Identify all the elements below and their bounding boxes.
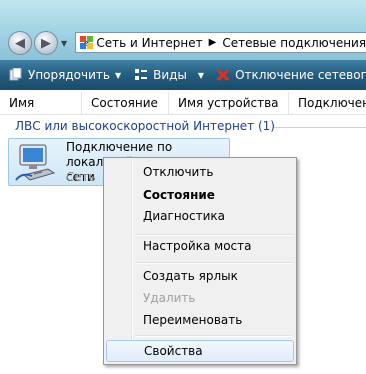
- menu-item-diagnostics[interactable]: Диагностика: [106, 205, 294, 227]
- address-bar-area: ◀ ▶ ▼ « Сеть и Интернет ▶ Сетевые подклю…: [0, 0, 366, 60]
- forward-button[interactable]: ▶: [34, 31, 58, 55]
- disconnect-button[interactable]: Отключение сетевого: [216, 68, 366, 82]
- chevron-down-icon: ▼: [197, 70, 205, 80]
- column-status[interactable]: Состояние: [82, 92, 169, 114]
- breadcrumb-network-internet[interactable]: Сеть и Интернет: [96, 36, 202, 50]
- menu-item-create-shortcut[interactable]: Создать ярлык: [106, 265, 294, 287]
- column-connection[interactable]: Подключение: [289, 92, 366, 114]
- menu-separator: [135, 335, 292, 337]
- organize-button[interactable]: Упорядочить ▼: [9, 68, 121, 82]
- disconnect-label: Отключение сетевого: [235, 68, 366, 82]
- menu-item-properties[interactable]: Свойства: [106, 340, 294, 362]
- back-arrow-icon: ◀: [15, 35, 25, 51]
- column-name[interactable]: Имя: [0, 92, 82, 114]
- connection-status: Сеть: [66, 170, 96, 184]
- menu-separator: [135, 262, 292, 264]
- back-button[interactable]: ◀: [8, 31, 32, 55]
- menu-item-rename[interactable]: Переименовать: [106, 309, 294, 331]
- red-x-icon: [217, 68, 230, 82]
- history-dropdown-icon[interactable]: ▼: [61, 39, 67, 48]
- breadcrumb-network-connections[interactable]: Сетевые подключения: [222, 36, 366, 50]
- views-label: Виды: [153, 68, 187, 82]
- menu-item-status[interactable]: Состояние: [106, 184, 294, 206]
- breadcrumb[interactable]: « Сеть и Интернет ▶ Сетевые подключения …: [75, 32, 366, 53]
- breadcrumb-separator[interactable]: ▶: [209, 37, 217, 48]
- organize-icon: [9, 68, 22, 81]
- network-connection-icon: [15, 144, 56, 181]
- group-header[interactable]: ЛВС или высокоскоростной Интернет (1): [15, 119, 275, 133]
- chevron-down-icon: ▼: [114, 70, 122, 80]
- group-divider: [274, 127, 366, 128]
- forward-arrow-icon: ▶: [41, 35, 51, 51]
- column-device-name[interactable]: Имя устройства: [169, 92, 289, 114]
- menu-item-bridge[interactable]: Настройка моста: [106, 235, 294, 257]
- views-button[interactable]: Виды ▼: [134, 68, 204, 82]
- command-bar: Упорядочить ▼ Виды ▼ Отключение сетевого: [0, 60, 366, 90]
- menu-item-delete[interactable]: Удалить: [106, 287, 294, 309]
- organize-label: Упорядочить: [28, 68, 110, 82]
- context-menu: Отключить Состояние Диагностика Настройк…: [103, 157, 297, 365]
- menu-item-disconnect[interactable]: Отключить: [106, 161, 294, 183]
- column-headers: Имя Состояние Имя устройства Подключение: [0, 92, 366, 115]
- views-icon: [135, 69, 148, 80]
